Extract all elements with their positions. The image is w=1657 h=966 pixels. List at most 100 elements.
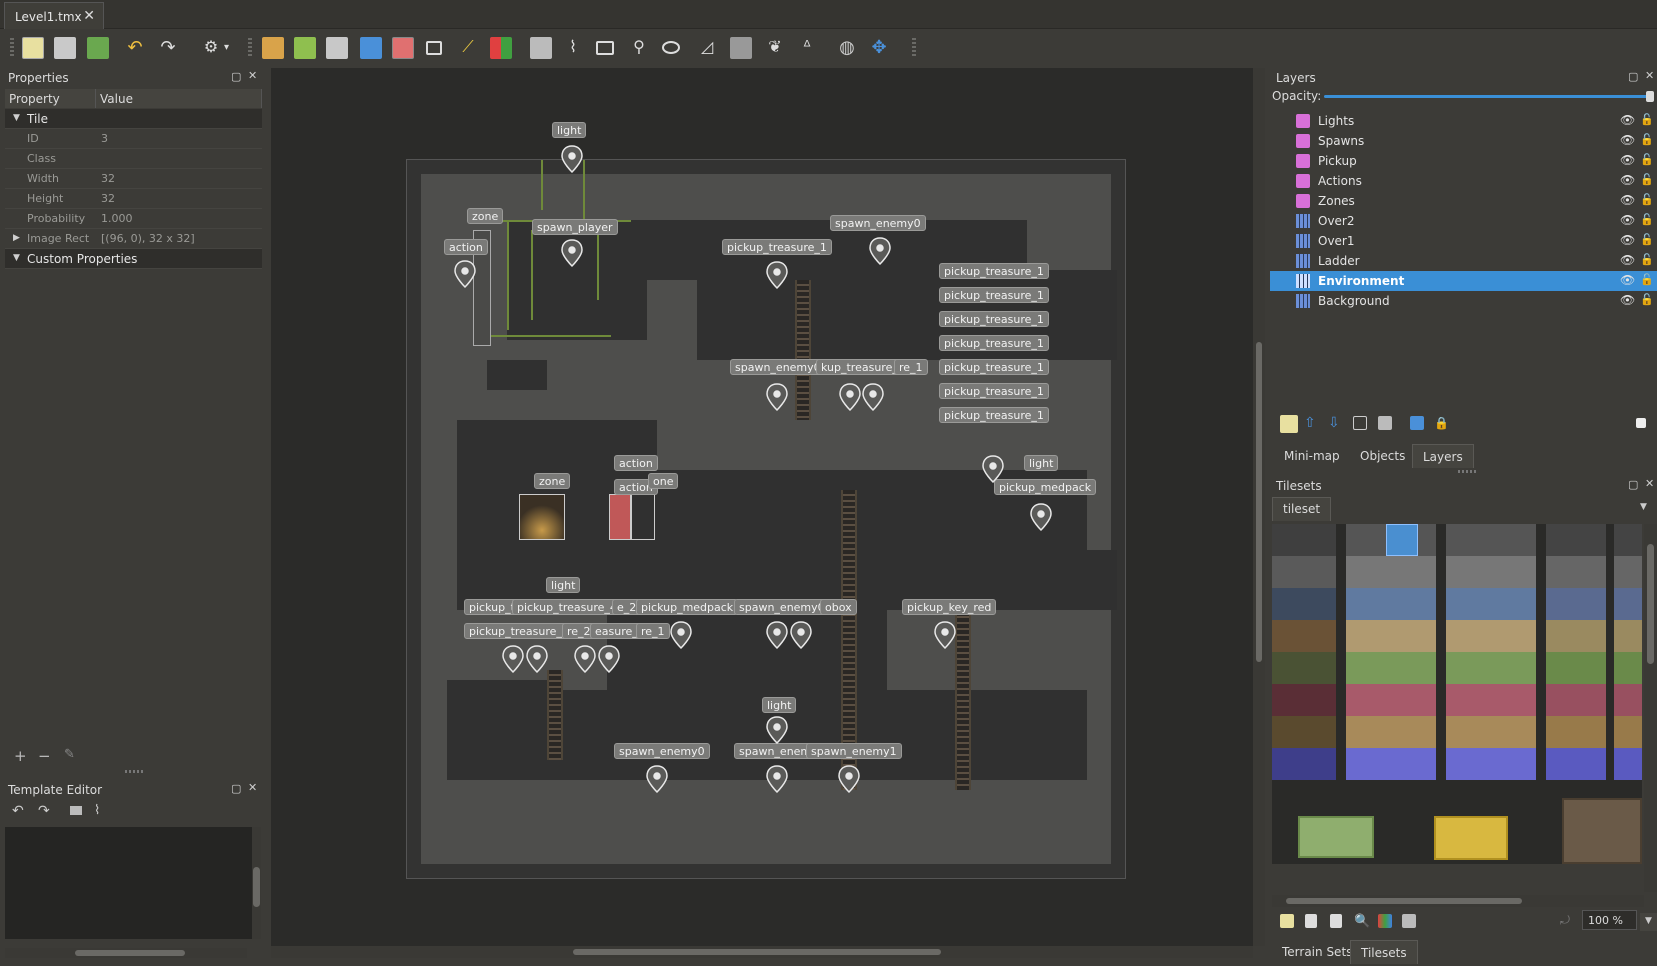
object-label[interactable]: pickup_treasure_1	[939, 383, 1049, 399]
delete-layer-icon[interactable]	[1378, 416, 1392, 430]
object-label[interactable]: light	[762, 697, 797, 713]
property-row[interactable]: Height 32	[5, 189, 262, 209]
object-label[interactable]: pickup_treasure_1	[939, 407, 1049, 423]
toolbar-grip[interactable]	[10, 38, 14, 58]
action-zone-rect[interactable]	[609, 494, 631, 540]
select-objects-icon[interactable]	[530, 37, 552, 59]
lock-icon[interactable]: 🔓	[1640, 193, 1654, 206]
export-tileset-icon[interactable]	[1330, 914, 1342, 928]
template-canvas[interactable]	[5, 827, 252, 939]
terrain-brush-icon[interactable]	[294, 37, 316, 59]
object-label[interactable]: pickup_medpack	[994, 479, 1097, 495]
world-tool-icon[interactable]: ◍	[836, 37, 858, 59]
show-other-layers-icon[interactable]	[1410, 416, 1424, 430]
document-tab[interactable]: Level1.tmx ✕	[4, 2, 104, 29]
layer-item-zones[interactable]: Zones 👁 🔓	[1270, 191, 1657, 211]
layer-item-lights[interactable]: Lights 👁 🔓	[1270, 111, 1657, 131]
tile-swatch-column[interactable]	[1614, 524, 1642, 780]
opacity-slider[interactable]	[1324, 91, 1654, 102]
visibility-eye-icon[interactable]: 👁	[1620, 273, 1635, 287]
zone-rect-light[interactable]	[519, 494, 565, 540]
object-label[interactable]: pickup_treasure_1	[722, 239, 832, 255]
select-objects-icon[interactable]	[70, 806, 82, 815]
float-panel-icon[interactable]: ▢	[1628, 70, 1638, 83]
layer-item-over1[interactable]: Over1 👁 🔓	[1270, 231, 1657, 251]
object-label[interactable]: spawn_enemy0	[830, 215, 926, 231]
map-vertical-scrollbar[interactable]	[1253, 68, 1265, 946]
undo-icon[interactable]: ↶	[124, 37, 146, 59]
chevron-right-icon[interactable]: ▶	[13, 233, 20, 243]
raise-layer-icon[interactable]: ⇧	[1304, 415, 1322, 433]
insert-tile-icon[interactable]	[730, 37, 752, 59]
visibility-eye-icon[interactable]: 👁	[1620, 153, 1635, 167]
object-label[interactable]: light	[1024, 455, 1059, 471]
redo-icon[interactable]: ↷	[38, 803, 50, 819]
object-label[interactable]: spawn_enem	[734, 743, 817, 759]
lock-icon[interactable]: 🔓	[1640, 233, 1654, 246]
tile-swatch-green-block[interactable]	[1298, 816, 1374, 858]
layer-item-environment[interactable]: Environment 👁 🔓	[1270, 271, 1657, 291]
layer-item-over2[interactable]: Over2 👁 🔓	[1270, 211, 1657, 231]
magic-wand-icon[interactable]: ⟋	[457, 37, 479, 59]
object-label[interactable]: light	[552, 122, 587, 138]
opacity-slider-handle[interactable]	[1646, 91, 1654, 102]
object-label[interactable]: action	[444, 239, 488, 255]
visibility-eye-icon[interactable]: 👁	[1620, 193, 1635, 207]
object-label[interactable]: zone	[534, 473, 571, 489]
property-header[interactable]: Property	[5, 89, 96, 108]
close-tab-icon[interactable]: ✕	[83, 8, 95, 24]
tileset-grid[interactable]	[1272, 524, 1642, 864]
object-label[interactable]: pickup_treasure_4	[512, 599, 622, 615]
layer-item-spawns[interactable]: Spawns 👁 🔓	[1270, 131, 1657, 151]
splitter-handle[interactable]	[125, 770, 143, 773]
add-property-button[interactable]: +	[14, 747, 27, 765]
tab-tilesets[interactable]: Tilesets	[1350, 940, 1418, 964]
property-row[interactable]: ID 3	[5, 129, 262, 149]
close-panel-icon[interactable]: ✕	[248, 781, 257, 794]
insert-ellipse-icon[interactable]	[662, 41, 680, 54]
insert-rectangle-icon[interactable]	[596, 41, 614, 55]
new-tileset-icon[interactable]	[1280, 914, 1294, 928]
tile-swatch-column[interactable]	[1446, 524, 1536, 780]
shape-fill-icon[interactable]	[360, 37, 382, 59]
select-same-tile-icon[interactable]	[490, 37, 512, 59]
tab-mini-map[interactable]: Mini-map	[1274, 444, 1350, 468]
insert-text-icon[interactable]: ᐞ	[796, 37, 818, 59]
layer-item-ladder[interactable]: Ladder 👁 🔓	[1270, 251, 1657, 271]
close-panel-icon[interactable]: ✕	[1645, 69, 1654, 82]
map-horizontal-scrollbar[interactable]	[271, 946, 1253, 958]
object-label[interactable]: pickup_treasure_1	[939, 287, 1049, 303]
edit-polygons-icon[interactable]: ⌇	[94, 803, 100, 818]
move-icon[interactable]: ✥	[868, 37, 890, 59]
lock-icon[interactable]: 🔓	[1640, 173, 1654, 186]
template-vertical-scrollbar[interactable]	[252, 827, 261, 939]
value-header[interactable]: Value	[96, 89, 262, 108]
object-label[interactable]: one	[648, 473, 679, 489]
object-label[interactable]: spawn_enemy0	[734, 599, 830, 615]
object-label[interactable]: pickup_treasure_1	[939, 311, 1049, 327]
zoom-combo[interactable]: 100 %	[1582, 910, 1637, 930]
object-label[interactable]: spawn_enemy1	[806, 743, 902, 759]
visibility-eye-icon[interactable]: 👁	[1620, 133, 1635, 147]
layer-item-actions[interactable]: Actions 👁 🔓	[1270, 171, 1657, 191]
object-label[interactable]: pickup_medpack	[636, 599, 739, 615]
remove-property-button[interactable]: −	[38, 747, 51, 765]
close-panel-icon[interactable]: ✕	[248, 69, 257, 82]
edit-tileset-icon[interactable]: 🔍	[1354, 914, 1372, 932]
command-button-icon[interactable]: ⚙	[200, 37, 222, 59]
object-label[interactable]: pickup_treasure_1	[464, 623, 574, 639]
tile-swatch-brown-block[interactable]	[1562, 798, 1642, 864]
object-label[interactable]: pickup_key_red	[902, 599, 997, 615]
object-label[interactable]: spawn_enemy0	[730, 359, 826, 375]
highlight-layer-icon[interactable]	[1636, 418, 1646, 428]
object-label[interactable]: re_1	[894, 359, 928, 375]
redo-icon[interactable]: ↷	[157, 37, 179, 59]
eraser-icon[interactable]	[392, 37, 414, 59]
object-label[interactable]: pickup_treasure_1	[939, 263, 1049, 279]
selected-tile[interactable]	[1386, 524, 1418, 556]
visibility-eye-icon[interactable]: 👁	[1620, 113, 1635, 127]
undo-icon[interactable]: ↶	[12, 803, 24, 819]
close-panel-icon[interactable]: ✕	[1645, 477, 1654, 490]
float-panel-icon[interactable]: ▢	[231, 782, 241, 795]
stamp-brush-icon[interactable]	[262, 37, 284, 59]
